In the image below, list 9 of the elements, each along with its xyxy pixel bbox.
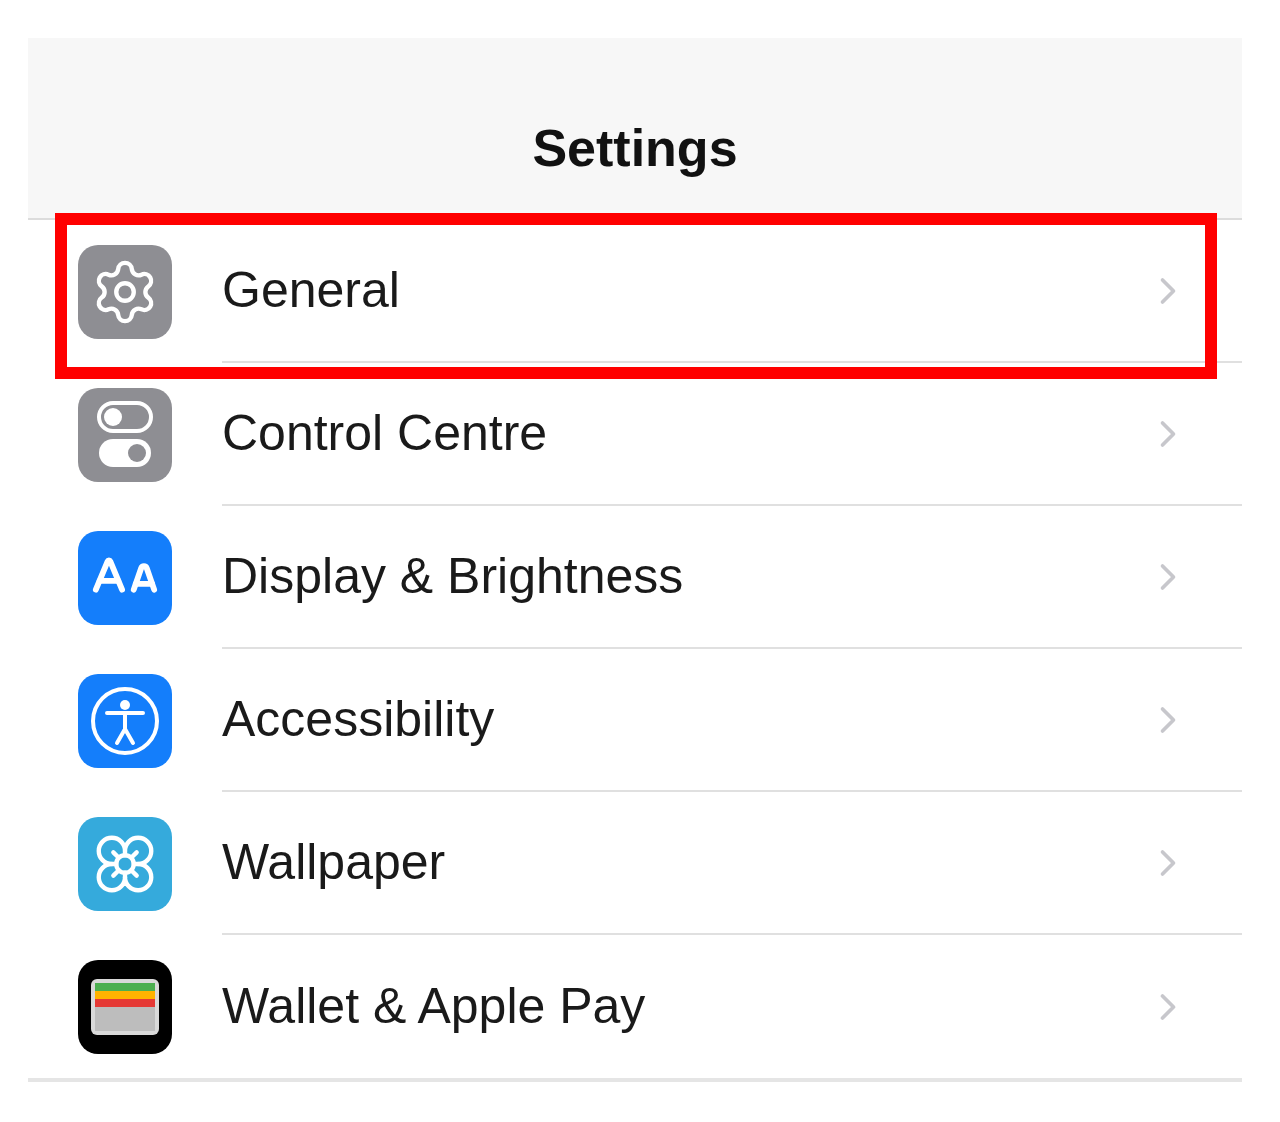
setting-label[interactable]: General xyxy=(222,253,1146,328)
setting-label[interactable]: Accessibility xyxy=(222,682,1146,757)
wallet-icon xyxy=(89,976,161,1037)
accessibility-icon xyxy=(89,684,161,757)
setting-label[interactable]: Wallpaper xyxy=(222,825,1146,900)
setting-label[interactable]: Wallet & Apple Pay xyxy=(222,969,1146,1044)
page-title: Settings xyxy=(532,118,738,179)
setting-label[interactable]: Control Centre xyxy=(222,396,1146,471)
setting-label[interactable]: Display & Brightness xyxy=(222,539,1146,614)
